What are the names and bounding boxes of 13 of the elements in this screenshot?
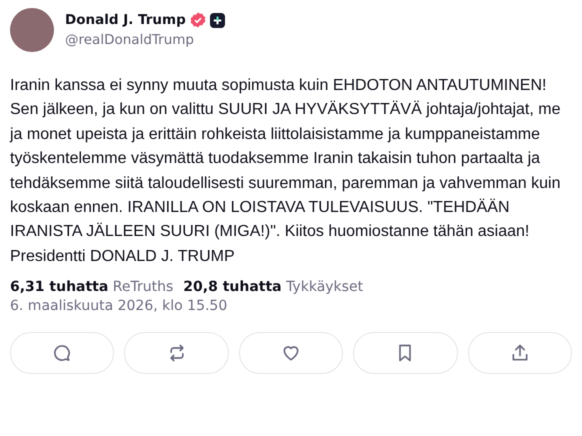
speech-bubble-icon — [52, 343, 72, 364]
repost-button[interactable] — [124, 332, 229, 374]
reply-button[interactable] — [10, 332, 114, 374]
post-timestamp: 6. maaliskuuta 2026, klo 15.50 — [10, 298, 228, 314]
heart-icon — [281, 343, 302, 364]
stat-count[interactable]: 6,31 tuhatta ReTruths — [10, 279, 174, 296]
author-handle: @realDonaldTrump — [65, 32, 195, 48]
stat-count[interactable]: 20,8 tuhatta Tykkäykset — [183, 279, 364, 296]
post-text: Iranin kanssa ei synny muuta sopimusta kuin EHDOTON ANTAUTUMINEN! Sen jälkeen, ja kun on valittu SUURI JA HYVÄKSYTTÄVÄ johtaja/johtajat, me ja monet upeista ja erittäin rohkeista liittolaisistamme ja kumppaneistamme työskentelemme väsymättä tuodaksemme Iranin takaisin tuhon partaalta ja tehdäksemme siitä taloudellisesti suuremman, paremman ja vahvemman kuin koskaan ennen. IRANILLA ON LOISTAVA TULEVAISUUS. "TEHDÄÄN IRANISTA JÄLLEEN SUURI (MIGA!)". Kiitos huomiostanne tähän asiaan! Presidentti DONALD J. TRUMP — [10, 76, 562, 267]
share-icon — [510, 343, 530, 364]
avatar — [10, 8, 54, 52]
author-name: Donald J. Trump — [65, 12, 186, 28]
bookmark-button[interactable] — [353, 332, 458, 374]
